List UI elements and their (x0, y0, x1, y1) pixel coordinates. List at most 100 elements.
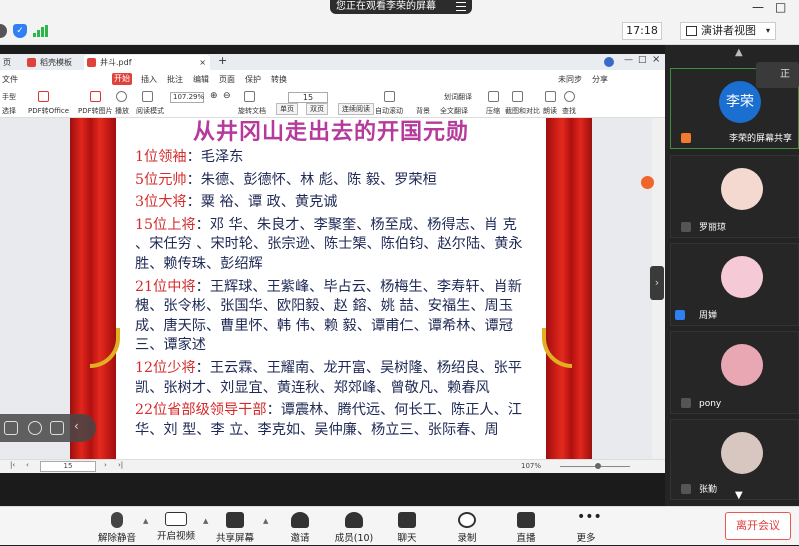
participant-tile[interactable]: 周婵 (670, 243, 799, 326)
tool-screenshot-compare[interactable]: 截图和对比 (505, 106, 540, 116)
first-page-icon[interactable]: |‹ (10, 461, 15, 469)
leave-meeting-button[interactable]: 离开会议 (725, 512, 791, 540)
more-dots-icon: ••• (577, 509, 602, 525)
sync-status[interactable]: 未同步 (558, 74, 582, 85)
tool-select[interactable]: 选择 (2, 106, 16, 116)
record-button[interactable]: 录制 (437, 507, 497, 546)
prev-page-icon[interactable]: ‹ (26, 461, 29, 469)
unmute-button[interactable]: 解除静音 (87, 507, 147, 546)
page-number-field[interactable]: 15 (288, 92, 328, 103)
tool-find[interactable]: 查找 (562, 106, 576, 116)
zoom-level-field[interactable]: 107.29% (170, 92, 204, 103)
tool-play[interactable]: 播放 (115, 106, 129, 116)
live-stream-icon (517, 512, 535, 528)
menu-start[interactable]: 开始 (112, 73, 132, 85)
mic-muted-icon (111, 512, 123, 528)
paragraph-major-general: 12位少将：王云霖、王耀南、龙开富、吴树隆、杨绍良、张平凯、张树才、刘显宜、黄连… (135, 359, 530, 398)
notification-badge-icon[interactable] (641, 176, 654, 189)
tab-pdf-file[interactable]: 井斗.pdf × (84, 55, 210, 70)
members-icon (345, 512, 363, 528)
chat-button[interactable]: 聊天 (377, 507, 437, 546)
participant-tile[interactable]: 罗丽琼 (670, 155, 799, 238)
minimize-app-icon[interactable]: — (624, 55, 633, 65)
names-text: ：粟 裕、谭 政、黄克诚 (186, 194, 338, 211)
chat-bubble-icon[interactable] (50, 421, 64, 435)
menu-insert[interactable]: 插入 (141, 74, 157, 85)
tab-docer[interactable]: 稻壳模板 (24, 55, 82, 70)
scroll-up-icon[interactable]: ▲ (735, 47, 743, 58)
signal-bars-icon[interactable] (33, 25, 48, 37)
participant-name: 周婵 (699, 311, 718, 321)
live-stream-button[interactable]: 直播 (496, 507, 556, 546)
tool-full-translate[interactable]: 全文翻译 (440, 106, 468, 116)
paragraph-senior-general: 3位大将：粟 裕、谭 政、黄克诚 (135, 193, 530, 213)
screen-sharing-banner[interactable]: 您正在观看李荣的屏幕 (330, 0, 472, 14)
minimize-button[interactable]: — (752, 0, 764, 14)
account-avatar-icon[interactable] (604, 57, 614, 67)
zoom-out-icon[interactable]: ⊖ (223, 91, 231, 101)
last-page-icon[interactable]: ›| (118, 461, 123, 469)
close-tab-icon[interactable]: × (199, 55, 206, 70)
tool-pdf-to-image[interactable]: PDF转图片 (78, 106, 113, 116)
zoom-in-icon[interactable]: ⊕ (210, 91, 218, 101)
collapse-icon[interactable]: ‹ (74, 419, 88, 433)
sharing-banner-text: 您正在观看李荣的屏幕 (336, 1, 436, 12)
read-aloud-icon (545, 91, 556, 102)
tool-rotate[interactable]: 旋转文档 (238, 106, 266, 116)
tool-background[interactable]: 背景 (416, 106, 430, 116)
maximize-button[interactable]: □ (775, 0, 786, 14)
bottom-page-field[interactable]: 15 (40, 461, 96, 472)
menu-page[interactable]: 页面 (219, 74, 235, 85)
participant-name: pony (699, 399, 722, 409)
tool-read-aloud[interactable]: 朗读 (543, 106, 557, 116)
menu-icon[interactable] (456, 2, 466, 11)
participant-tile[interactable]: 张勤 (670, 419, 799, 500)
avatar (721, 432, 763, 474)
bottom-zoom-level: 107% (521, 462, 542, 470)
tab-pdf-label: 井斗.pdf (100, 58, 132, 67)
menu-protect[interactable]: 保护 (245, 74, 261, 85)
chevron-right-icon[interactable]: › (650, 266, 664, 300)
record-label: 录制 (457, 533, 477, 544)
restore-app-icon[interactable]: □ (638, 55, 647, 65)
new-tab-button[interactable]: + (218, 54, 227, 67)
tool-word-translate[interactable]: 划词翻译 (444, 92, 472, 102)
chat-icon (398, 512, 416, 528)
layout-grid-icon[interactable] (4, 421, 18, 435)
more-button[interactable]: ••• 更多 (556, 507, 616, 546)
tool-hand[interactable]: 手型 (2, 92, 16, 102)
play-icon (116, 91, 127, 102)
menu-file[interactable]: 文件 (2, 74, 18, 85)
meeting-toolbar: 解除静音 ▲ 开启视频 ▲ 共享屏幕 ▲ 邀请 成员(10) 聊天 录制 直播 … (0, 506, 799, 545)
tool-compress[interactable]: 压缩 (486, 106, 500, 116)
start-video-button[interactable]: 开启视频 (146, 507, 206, 546)
tool-read-mode[interactable]: 阅读模式 (136, 106, 164, 116)
next-page-icon[interactable]: › (104, 461, 107, 469)
members-button[interactable]: 成员(10) (324, 507, 384, 546)
double-page-button[interactable]: 双页 (306, 103, 328, 115)
tab-home[interactable]: 页 (0, 55, 20, 70)
mic-muted-icon (681, 484, 691, 494)
menu-edit[interactable]: 编辑 (193, 74, 209, 85)
emoji-icon[interactable] (28, 421, 42, 435)
app-menu-bar: 文件 开始 插入 批注 编辑 页面 保护 转换 未同步 分享 (0, 70, 665, 88)
invite-button[interactable]: 邀请 (270, 507, 330, 546)
security-shield-icon[interactable]: ✓ (13, 24, 27, 38)
tool-auto-scroll[interactable]: 自动滚动 (375, 106, 403, 116)
menu-comment[interactable]: 批注 (167, 74, 183, 85)
close-app-icon[interactable]: × (652, 54, 660, 65)
left-curtain-decoration (70, 118, 116, 459)
participant-tile[interactable]: pony (670, 331, 799, 414)
single-page-button[interactable]: 单页 (276, 103, 298, 115)
menu-convert[interactable]: 转换 (271, 74, 287, 85)
pdf-file-icon (87, 58, 96, 67)
zoom-slider-handle[interactable] (595, 463, 601, 469)
tool-pdf-to-office[interactable]: PDF转Office (28, 106, 69, 116)
continuous-read-button[interactable]: 连续阅读 (338, 103, 374, 115)
document-viewport[interactable]: 从井冈山走出去的开国元勋 1位领袖：毛泽东 5位元帅：朱德、彭德怀、林 彪、陈 … (0, 118, 665, 459)
view-mode-dropdown[interactable]: 演讲者视图 ▾ (680, 22, 776, 40)
share-button[interactable]: 分享 (592, 74, 608, 85)
share-screen-button[interactable]: 共享屏幕 (205, 507, 265, 546)
scroll-down-icon[interactable]: ▼ (735, 490, 743, 501)
chevron-up-icon[interactable]: ▲ (263, 517, 268, 525)
